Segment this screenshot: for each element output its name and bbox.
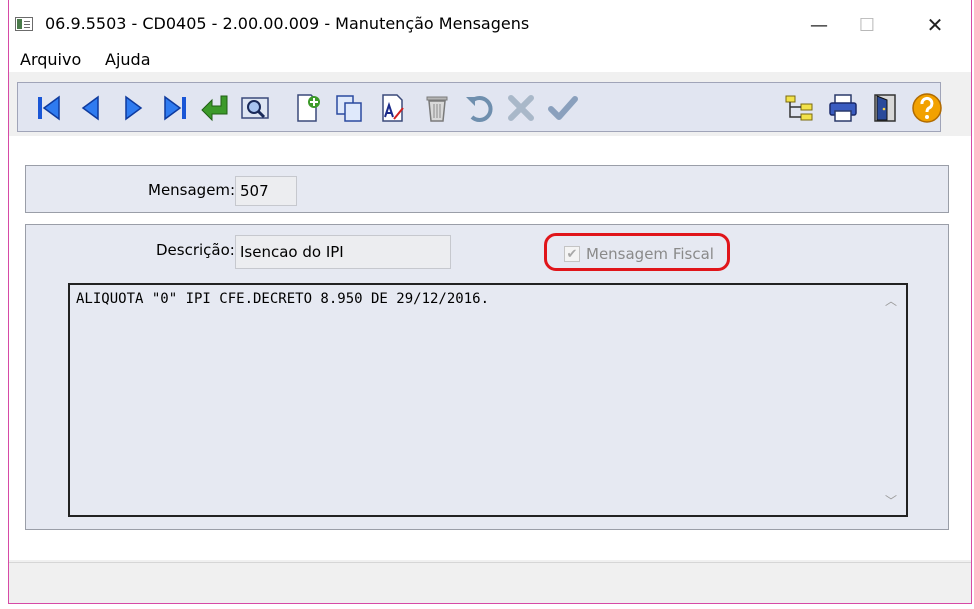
message-textarea[interactable]: ALIQUOTA "0" IPI CFE.DECRETO 8.950 DE 29… bbox=[68, 283, 908, 517]
menu-ajuda[interactable]: Ajuda bbox=[105, 50, 151, 69]
confirm-icon bbox=[548, 96, 578, 120]
window-title: 06.9.5503 - CD0405 - 2.00.00.009 - Manut… bbox=[45, 14, 530, 33]
last-record-button[interactable] bbox=[158, 91, 192, 125]
first-record-button[interactable] bbox=[32, 91, 66, 125]
mensagem-fiscal-label: Mensagem Fiscal bbox=[586, 245, 714, 263]
new-button[interactable] bbox=[290, 91, 324, 125]
search-button[interactable] bbox=[238, 91, 272, 125]
copy-button[interactable] bbox=[332, 91, 366, 125]
confirm-button[interactable] bbox=[546, 91, 580, 125]
mensagem-fiscal-option[interactable]: ✔ Mensagem Fiscal bbox=[544, 233, 736, 273]
next-record-button[interactable] bbox=[116, 91, 150, 125]
message-text: ALIQUOTA "0" IPI CFE.DECRETO 8.950 DE 29… bbox=[76, 291, 490, 307]
form-area: Mensagem: 507 Descrição: Isencao do IPI … bbox=[9, 136, 971, 560]
print-button[interactable] bbox=[826, 91, 860, 125]
status-bar bbox=[9, 562, 971, 603]
undo-button[interactable] bbox=[462, 91, 496, 125]
edit-button[interactable] bbox=[376, 91, 410, 125]
mensagem-field[interactable]: 507 bbox=[235, 176, 297, 206]
minimize-button[interactable]: — bbox=[797, 10, 841, 40]
maximize-button[interactable]: ☐ bbox=[845, 10, 889, 40]
toolbar bbox=[17, 82, 944, 132]
last-record-icon bbox=[164, 95, 186, 121]
application-window: 06.9.5503 - CD0405 - 2.00.00.009 - Manut… bbox=[8, 0, 972, 604]
scroll-down-icon[interactable]: ﹀ bbox=[884, 493, 898, 508]
menu-arquivo[interactable]: Arquivo bbox=[20, 50, 81, 69]
mensagem-fiscal-checkbox[interactable]: ✔ bbox=[564, 246, 580, 262]
help-icon bbox=[912, 93, 942, 123]
delete-icon bbox=[426, 96, 448, 122]
mensagem-panel: Mensagem: 507 bbox=[25, 165, 949, 213]
delete-button[interactable] bbox=[420, 91, 454, 125]
descricao-field[interactable]: Isencao do IPI bbox=[235, 235, 451, 269]
exit-button[interactable] bbox=[868, 91, 902, 125]
previous-record-icon bbox=[81, 95, 99, 121]
goto-icon bbox=[201, 95, 228, 122]
mensagem-label: Mensagem: bbox=[148, 181, 236, 199]
help-button[interactable] bbox=[910, 91, 944, 125]
tree-icon bbox=[785, 95, 813, 121]
search-icon bbox=[241, 97, 269, 119]
first-record-icon bbox=[38, 95, 60, 121]
tree-button[interactable] bbox=[782, 91, 816, 125]
cancel-icon bbox=[508, 95, 534, 121]
new-icon bbox=[297, 94, 320, 122]
menu-bar: Arquivo Ajuda bbox=[9, 48, 971, 72]
close-button[interactable]: ✕ bbox=[913, 10, 957, 40]
app-window-icon bbox=[15, 17, 33, 31]
edit-icon bbox=[382, 94, 404, 122]
copy-icon bbox=[336, 95, 362, 122]
title-bar: 06.9.5503 - CD0405 - 2.00.00.009 - Manut… bbox=[9, 0, 971, 48]
undo-icon bbox=[466, 96, 493, 122]
goto-button[interactable] bbox=[198, 91, 232, 125]
scroll-up-icon[interactable]: ︿ bbox=[884, 293, 898, 308]
cancel-button[interactable] bbox=[504, 91, 538, 125]
print-icon bbox=[829, 94, 857, 122]
previous-record-button[interactable] bbox=[74, 91, 108, 125]
next-record-icon bbox=[125, 95, 143, 121]
descricao-panel: Descrição: Isencao do IPI ✔ Mensagem Fis… bbox=[25, 224, 949, 530]
exit-icon bbox=[874, 94, 896, 122]
descricao-label: Descrição: bbox=[156, 241, 235, 259]
